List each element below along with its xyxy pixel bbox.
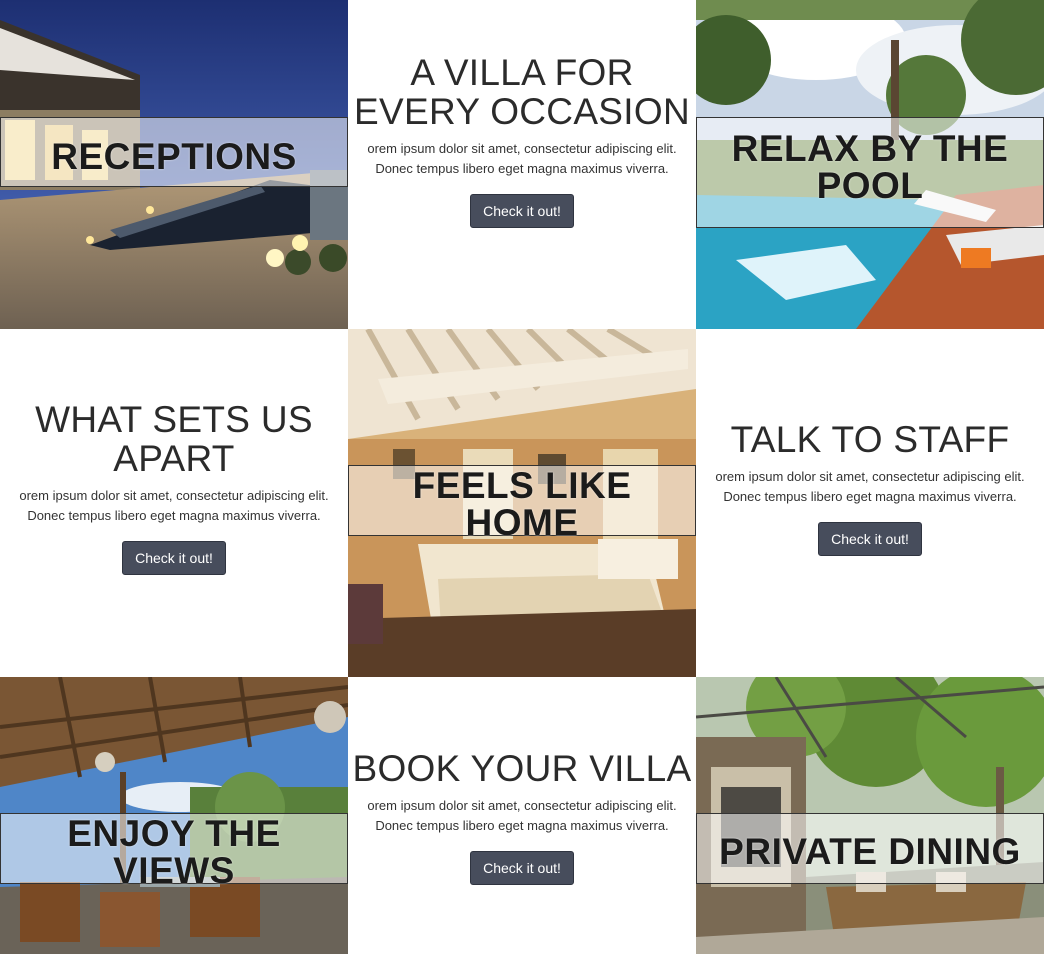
dining-title-banner: PRIVATE DINING — [696, 813, 1044, 884]
talk-to-staff-text-line2: Donec tempus libero eget magna maximus v… — [723, 489, 1017, 504]
home-title-banner: FEELS LIKE HOME — [348, 465, 696, 541]
villa-occasion-heading-line2: EVERY OCCASION — [354, 91, 690, 132]
tile-private-dining[interactable]: PRIVATE DINING — [696, 677, 1044, 954]
dining-title: PRIVATE DINING — [719, 831, 1021, 872]
tile-grid: RECEPTIONS A VILLA FOR EVERY OCCASION or… — [0, 0, 1044, 954]
tile-sets-us-apart: WHAT SETS US APART orem ipsum dolor sit … — [0, 329, 348, 677]
sets-us-apart-text-line1: orem ipsum dolor sit amet, consectetur a… — [19, 488, 329, 503]
receptions-title-banner: RECEPTIONS — [0, 117, 348, 187]
sets-us-apart-heading-line2: APART — [113, 438, 235, 479]
tile-talk-to-staff: TALK TO STAFF orem ipsum dolor sit amet,… — [696, 329, 1044, 677]
sets-us-apart-heading: WHAT SETS US APART — [35, 400, 313, 478]
talk-to-staff-heading: TALK TO STAFF — [730, 419, 1010, 460]
views-title: ENJOY THE VIEWS — [67, 812, 281, 891]
villa-occasion-text-line1: orem ipsum dolor sit amet, consectetur a… — [367, 141, 677, 156]
talk-to-staff-text: orem ipsum dolor sit amet, consectetur a… — [715, 467, 1024, 507]
tile-enjoy-views[interactable]: ENJOY THE VIEWS — [0, 677, 348, 954]
villa-occasion-heading-line1: A VILLA FOR — [410, 52, 634, 93]
talk-to-staff-check-button[interactable]: Check it out! — [818, 522, 922, 556]
villa-occasion-text-line2: Donec tempus libero eget magna maximus v… — [375, 161, 669, 176]
book-villa-check-button[interactable]: Check it out! — [470, 851, 574, 885]
sets-us-apart-text-line2: Donec tempus libero eget magna maximus v… — [27, 508, 321, 523]
villa-occasion-heading: A VILLA FOR EVERY OCCASION — [354, 53, 690, 131]
sets-us-apart-heading-line1: WHAT SETS US — [35, 399, 313, 440]
pool-title-line2: POOL — [816, 165, 924, 206]
pool-title: RELAX BY THE POOL — [732, 130, 1009, 204]
tile-pool[interactable]: RELAX BY THE POOL — [696, 0, 1044, 329]
tile-villa-occasion: A VILLA FOR EVERY OCCASION orem ipsum do… — [348, 0, 696, 329]
book-villa-heading: BOOK YOUR VILLA — [352, 748, 692, 789]
pool-title-banner: RELAX BY THE POOL — [696, 117, 1044, 228]
book-villa-text-line1: orem ipsum dolor sit amet, consectetur a… — [367, 798, 677, 813]
sets-us-apart-check-button[interactable]: Check it out! — [122, 541, 226, 575]
talk-to-staff-text-line1: orem ipsum dolor sit amet, consectetur a… — [715, 469, 1025, 484]
views-title-banner: ENJOY THE VIEWS — [0, 813, 348, 889]
pool-title-line1: RELAX BY THE — [731, 128, 1009, 169]
villa-occasion-check-button[interactable]: Check it out! — [470, 194, 574, 228]
home-title: FEELS LIKE HOME — [412, 464, 632, 543]
tile-book-villa: BOOK YOUR VILLA orem ipsum dolor sit ame… — [348, 677, 696, 954]
book-villa-text: orem ipsum dolor sit amet, consectetur a… — [367, 796, 676, 836]
book-villa-text-line2: Donec tempus libero eget magna maximus v… — [375, 818, 669, 833]
tile-feels-like-home[interactable]: FEELS LIKE HOME — [348, 329, 696, 677]
sets-us-apart-text: orem ipsum dolor sit amet, consectetur a… — [19, 486, 328, 526]
villa-occasion-text: orem ipsum dolor sit amet, consectetur a… — [367, 139, 676, 179]
tile-receptions[interactable]: RECEPTIONS — [0, 0, 348, 329]
receptions-title: RECEPTIONS — [51, 135, 297, 177]
